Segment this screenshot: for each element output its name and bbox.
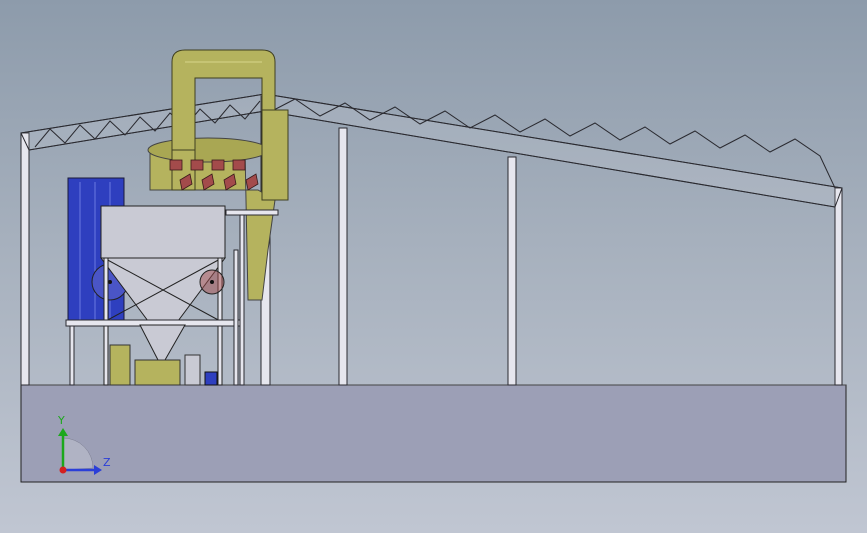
roof-truss xyxy=(20,93,843,208)
3d-model-viewport[interactable]: Y Z xyxy=(0,0,867,533)
lower-cone-mill xyxy=(109,324,218,386)
x-axis-dot xyxy=(59,466,67,474)
concrete-slab xyxy=(20,384,847,483)
y-axis-label: Y xyxy=(58,414,65,427)
z-axis-label: Z xyxy=(103,456,111,469)
